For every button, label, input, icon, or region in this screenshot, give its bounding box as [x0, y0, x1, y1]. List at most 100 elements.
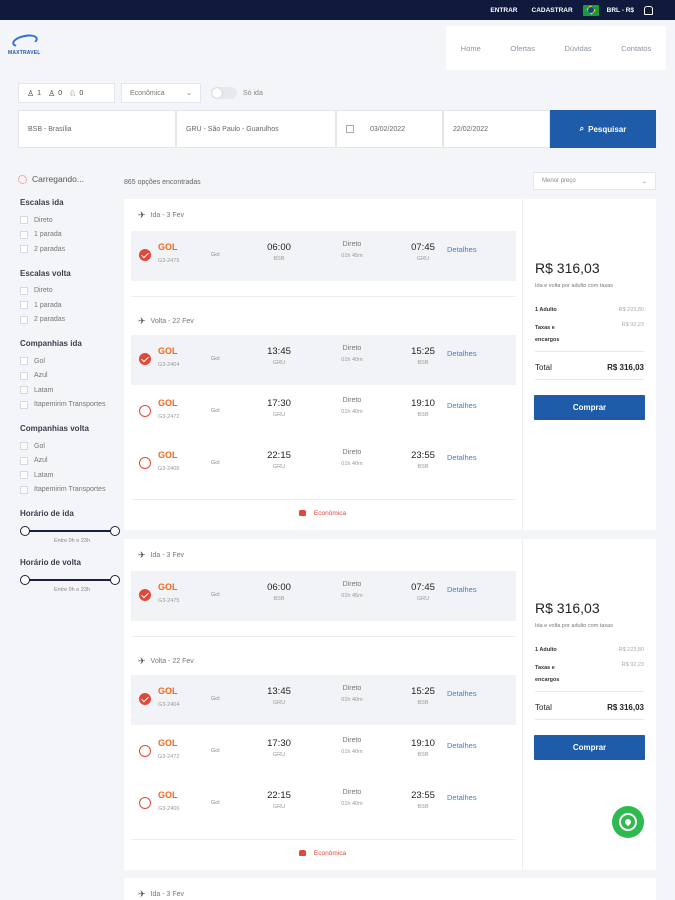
- details-link[interactable]: Detalhes: [447, 453, 477, 462]
- flight-option[interactable]: GOL G3-2406 Gol 22:15 GRU Direto 01h 40m…: [131, 779, 516, 829]
- slider-handle-max[interactable]: [110, 575, 120, 585]
- currency-selector[interactable]: BRL - R$: [607, 7, 634, 14]
- nav-home[interactable]: Home: [461, 44, 481, 53]
- filter-option[interactable]: Itapemirim Transportes: [20, 398, 124, 413]
- checkbox[interactable]: [20, 386, 28, 395]
- register-link[interactable]: CADASTRAR: [532, 7, 573, 14]
- filter-option[interactable]: Gol: [20, 439, 124, 454]
- brazil-flag-icon[interactable]: [582, 4, 599, 16]
- flight-radio[interactable]: [139, 457, 151, 469]
- logo[interactable]: MAXTRAVEL: [8, 32, 48, 62]
- filter-option[interactable]: Itapemirim Transportes: [20, 483, 124, 498]
- filter-option[interactable]: Latam: [20, 468, 124, 483]
- whatsapp-icon: [619, 813, 637, 831]
- details-link[interactable]: Detalhes: [447, 401, 477, 410]
- one-way-toggle[interactable]: [211, 87, 237, 99]
- flight-option[interactable]: GOL G3-2406 Gol 22:15 GRU Direto 01h 40m…: [131, 439, 516, 489]
- checkbox[interactable]: [20, 301, 28, 310]
- slider-handle-min[interactable]: [20, 526, 30, 536]
- flight-radio[interactable]: [139, 353, 151, 365]
- flight-radio[interactable]: [139, 745, 151, 757]
- total-value: R$ 316,03: [607, 703, 644, 712]
- filter-option[interactable]: 2 paradas: [20, 313, 124, 328]
- flight-radio[interactable]: [139, 797, 151, 809]
- arrival-time: 15:25: [411, 346, 435, 357]
- filter-option[interactable]: Gol: [20, 354, 124, 369]
- checkbox[interactable]: [20, 315, 28, 324]
- search-options: ♙ 1 ♙ 0 ♘ 0 Econômica ⌄ Só ida: [18, 83, 263, 103]
- sort-select[interactable]: Menor preço ⌄: [533, 172, 656, 190]
- checkbox[interactable]: [20, 400, 28, 409]
- details-link[interactable]: Detalhes: [447, 793, 477, 802]
- flight-option[interactable]: GOL G3-2472 Gol 17:30 GRU Direto 01h 40m…: [131, 387, 516, 437]
- flight-option[interactable]: GOL G3-2404 Gol 13:45 GRU Direto 01h 40m…: [131, 335, 516, 385]
- tax-value: R$ 92,23: [621, 662, 644, 668]
- nav-offers[interactable]: Ofertas: [510, 44, 535, 53]
- flight-duration: 01h 45m: [341, 253, 363, 259]
- filter-label: 1 parada: [34, 301, 62, 309]
- slider-handle-max[interactable]: [110, 526, 120, 536]
- return-date-input[interactable]: 22/02/2022: [443, 110, 550, 148]
- user-icon[interactable]: [644, 5, 653, 15]
- airline-name: Gol: [211, 592, 220, 598]
- nav-faq[interactable]: Dúvidas: [565, 44, 592, 53]
- checkbox[interactable]: [20, 371, 28, 380]
- departure-time: 13:45: [267, 686, 291, 697]
- details-link[interactable]: Detalhes: [447, 741, 477, 750]
- flight-option[interactable]: GOL G3-2472 Gol 17:30 GRU Direto 01h 40m…: [131, 727, 516, 777]
- flight-radio[interactable]: [139, 589, 151, 601]
- price-divider: [535, 379, 644, 380]
- filter-option[interactable]: 2 paradas: [20, 242, 124, 257]
- checkbox[interactable]: [20, 216, 28, 225]
- flight-radio[interactable]: [139, 405, 151, 417]
- filter-option[interactable]: Direto: [20, 284, 124, 299]
- departure-time: 06:00: [267, 242, 291, 253]
- slider-handle-min[interactable]: [20, 575, 30, 585]
- passenger-selector[interactable]: ♙ 1 ♙ 0 ♘ 0: [18, 83, 115, 103]
- checkbox[interactable]: [20, 230, 28, 239]
- details-link[interactable]: Detalhes: [447, 349, 477, 358]
- filter-option[interactable]: 1 parada: [20, 298, 124, 313]
- cabin-select[interactable]: Econômica ⌄: [121, 83, 201, 103]
- filter-option[interactable]: Azul: [20, 369, 124, 384]
- destination-input[interactable]: GRU - São Paulo - Guarulhos: [176, 110, 336, 148]
- plane-icon: ✈: [138, 210, 146, 220]
- flight-option[interactable]: GOL G3-2475 Gol 06:00 BSB Direto 01h 45m…: [131, 571, 516, 621]
- flight-option[interactable]: GOL G3-2404 Gol 13:45 GRU Direto 01h 40m…: [131, 675, 516, 725]
- filter-title: Escalas ida: [20, 198, 64, 207]
- whatsapp-button[interactable]: [612, 806, 644, 838]
- buy-button[interactable]: Comprar: [534, 395, 645, 420]
- login-link[interactable]: ENTRAR: [490, 7, 517, 14]
- adult-count: 1: [37, 89, 42, 97]
- depart-date-input[interactable]: 03/02/2022: [336, 110, 443, 148]
- checkbox[interactable]: [20, 485, 28, 494]
- filter-option[interactable]: Direto: [20, 213, 124, 228]
- details-link[interactable]: Detalhes: [447, 689, 477, 698]
- checkbox[interactable]: [20, 471, 28, 480]
- flight-radio[interactable]: [139, 693, 151, 705]
- filter-option[interactable]: Azul: [20, 454, 124, 469]
- flight-option[interactable]: GOL G3-2475 Gol 06:00 BSB Direto 01h 45m…: [131, 231, 516, 281]
- nav-contacts[interactable]: Contatos: [621, 44, 651, 53]
- filter-option[interactable]: 1 parada: [20, 228, 124, 243]
- filter-option[interactable]: Latam: [20, 383, 124, 398]
- departure-time: 17:30: [267, 738, 291, 749]
- arrival-time: 15:25: [411, 686, 435, 697]
- checkbox[interactable]: [20, 286, 28, 295]
- flight-duration: 01h 40m: [341, 409, 363, 415]
- checkbox[interactable]: [20, 245, 28, 254]
- checkbox[interactable]: [20, 442, 28, 451]
- details-link[interactable]: Detalhes: [447, 245, 477, 254]
- origin-input[interactable]: BSB - Brasília: [18, 110, 176, 148]
- price: R$ 316,03: [535, 600, 600, 616]
- details-link[interactable]: Detalhes: [447, 585, 477, 594]
- flight-radio[interactable]: [139, 249, 151, 261]
- time-out-slider[interactable]: [20, 526, 124, 536]
- search-button[interactable]: ⌕ Pesquisar: [550, 110, 656, 148]
- checkbox[interactable]: [20, 357, 28, 366]
- segment-title-text: Volta - 22 Fev: [150, 658, 194, 665]
- checkbox[interactable]: [20, 456, 28, 465]
- buy-button[interactable]: Comprar: [534, 735, 645, 760]
- slider-range-text: Entre 0h e 23h: [53, 587, 91, 593]
- time-back-slider[interactable]: [20, 575, 124, 585]
